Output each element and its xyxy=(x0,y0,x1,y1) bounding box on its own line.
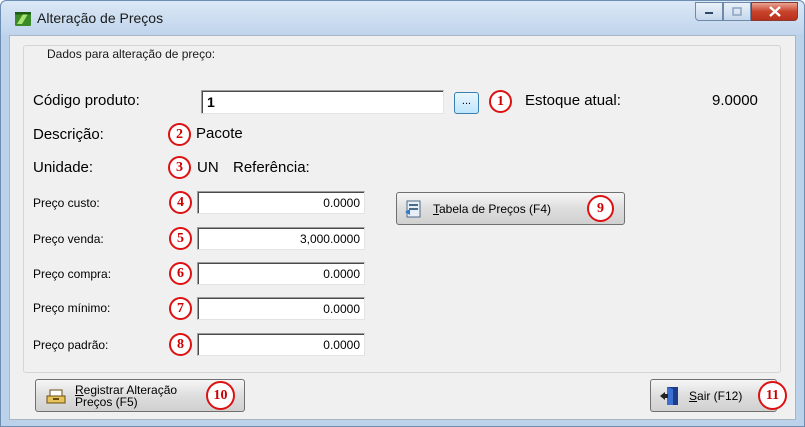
description-label: Descrição: xyxy=(33,126,104,143)
annotation-1: 1 xyxy=(489,90,512,113)
annotation-8: 8 xyxy=(169,333,192,356)
price-sale-box xyxy=(197,227,365,250)
stock-value: 9.0000 xyxy=(712,92,758,109)
lookup-label: ... xyxy=(461,95,472,107)
lookup-button[interactable]: ... xyxy=(454,92,479,114)
exit-accel: S xyxy=(689,388,698,403)
close-icon xyxy=(768,6,781,17)
price-table-icon xyxy=(405,200,421,217)
price-table-text: abela de Preços (F4) xyxy=(439,201,552,216)
annotation-3: 3 xyxy=(168,156,191,179)
register-label: Registrar Alteração Preços (F5) xyxy=(75,384,177,408)
annotation-10: 10 xyxy=(206,381,235,410)
price-default-input[interactable] xyxy=(198,334,364,355)
maximize-icon xyxy=(732,7,742,16)
code-input[interactable] xyxy=(202,91,443,113)
minimize-icon xyxy=(705,11,713,14)
price-cost-input[interactable] xyxy=(198,192,364,213)
annotation-6: 6 xyxy=(169,262,192,285)
price-table-label: Tabela de Preços (F4) xyxy=(433,202,551,216)
unit-value: UN xyxy=(197,159,219,176)
description-value: Pacote xyxy=(196,125,243,142)
close-button[interactable] xyxy=(751,2,798,21)
window-controls xyxy=(695,2,798,21)
annotation-2: 2 xyxy=(168,123,191,146)
price-cost-label: Preço custo: xyxy=(33,196,100,210)
annotation-4: 4 xyxy=(169,191,192,214)
price-default-label: Preço padrão: xyxy=(33,338,109,352)
stock-label: Estoque atual: xyxy=(525,92,621,109)
annotation-9: 9 xyxy=(587,195,614,222)
minimize-button[interactable] xyxy=(695,2,723,21)
reference-label: Referência: xyxy=(233,159,310,176)
dialog-window: Alteração de Preços Dados para alteração… xyxy=(0,0,805,427)
dialog-client-area: Dados para alteração de preço: Código pr… xyxy=(9,35,796,420)
exit-label: Sair (F12) xyxy=(689,389,742,403)
price-default-box xyxy=(197,333,365,356)
maximize-button[interactable] xyxy=(723,2,751,21)
title-bar[interactable]: Alteração de Preços xyxy=(1,1,804,35)
price-cost-box xyxy=(197,191,365,214)
price-sale-input[interactable] xyxy=(198,228,364,249)
price-purchase-label: Preço compra: xyxy=(33,267,112,281)
price-purchase-box xyxy=(197,262,365,285)
unit-label: Unidade: xyxy=(33,159,94,176)
price-sale-label: Preço venda: xyxy=(33,232,104,246)
window-title: Alteração de Preços xyxy=(37,10,164,26)
exit-door-icon xyxy=(660,386,678,405)
code-field-box xyxy=(201,90,444,114)
price-min-label: Preço mínimo: xyxy=(33,301,111,315)
code-label: Código produto: xyxy=(33,92,140,109)
annotation-5: 5 xyxy=(169,227,192,250)
exit-text: air (F12) xyxy=(697,388,743,403)
annotation-11: 11 xyxy=(758,381,787,410)
group-title: Dados para alteração de preço: xyxy=(44,47,219,61)
annotation-7: 7 xyxy=(169,297,192,320)
app-icon xyxy=(15,12,31,26)
price-min-box xyxy=(197,297,365,320)
register-icon xyxy=(46,389,66,403)
price-purchase-input[interactable] xyxy=(198,263,364,284)
price-min-input[interactable] xyxy=(198,298,364,319)
register-line2: Preços (F5) xyxy=(75,394,138,409)
